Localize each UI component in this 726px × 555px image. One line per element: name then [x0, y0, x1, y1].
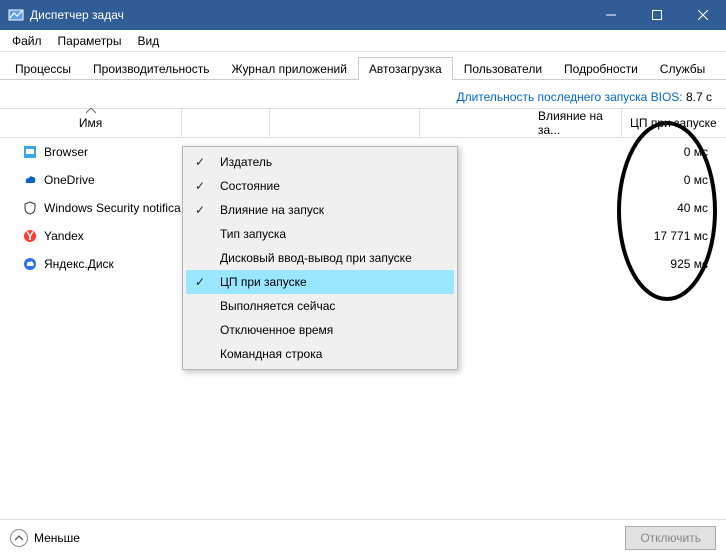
sort-ascending-icon: [86, 103, 96, 117]
row-name: Яндекс.Диск: [44, 257, 114, 271]
ctx-item-running-now[interactable]: Выполняется сейчас: [186, 294, 454, 318]
column-name-label: Имя: [79, 116, 102, 130]
browser-icon: [22, 144, 38, 160]
menu-view[interactable]: Вид: [129, 32, 167, 50]
ctx-item-cpu-at-startup[interactable]: ✓ ЦП при запуске: [186, 270, 454, 294]
window-controls: [588, 0, 726, 30]
table-header: Имя Влияние на за... ЦП при запуске: [0, 108, 726, 138]
ctx-label: Состояние: [220, 179, 280, 193]
onedrive-icon: [22, 172, 38, 188]
check-icon: ✓: [195, 179, 205, 193]
svg-text:Y: Y: [26, 229, 34, 243]
yadisk-icon: [22, 256, 38, 272]
column-publisher[interactable]: [182, 109, 270, 137]
row-cpu: 925 мс: [622, 257, 726, 271]
fewer-label: Меньше: [34, 531, 80, 545]
tab-services[interactable]: Службы: [649, 57, 716, 80]
column-cpu-label: ЦП при запуске: [630, 116, 717, 130]
app-icon: [8, 7, 24, 23]
column-spacer: [420, 109, 530, 137]
column-name[interactable]: Имя: [0, 109, 182, 137]
check-icon: ✓: [195, 275, 205, 289]
bios-label: Длительность последнего запуска BIOS:: [456, 90, 682, 104]
menu-options[interactable]: Параметры: [50, 32, 130, 50]
row-name: Yandex: [44, 229, 84, 243]
chevron-up-icon: [10, 529, 28, 547]
window-title: Диспетчер задач: [30, 8, 588, 22]
row-name: OneDrive: [44, 173, 95, 187]
check-icon: ✓: [195, 155, 205, 169]
row-name: Windows Security notifica: [44, 201, 181, 215]
fewer-details-button[interactable]: Меньше: [10, 529, 80, 547]
menubar: Файл Параметры Вид: [0, 30, 726, 52]
ctx-item-startup-type[interactable]: Тип запуска: [186, 222, 454, 246]
ctx-item-disabled-time[interactable]: Отключенное время: [186, 318, 454, 342]
tab-apphistory[interactable]: Журнал приложений: [221, 57, 358, 80]
tab-performance[interactable]: Производительность: [82, 57, 220, 80]
ctx-label: Издатель: [220, 155, 272, 169]
yandex-icon: Y: [22, 228, 38, 244]
ctx-item-disk-io[interactable]: Дисковый ввод-вывод при запуске: [186, 246, 454, 270]
ctx-label: Дисковый ввод-вывод при запуске: [220, 251, 412, 265]
column-impact[interactable]: Влияние на за...: [530, 109, 622, 137]
titlebar: Диспетчер задач: [0, 0, 726, 30]
row-cpu: 40 мс: [622, 201, 726, 215]
ctx-label: Отключенное время: [220, 323, 333, 337]
tab-users[interactable]: Пользователи: [453, 57, 553, 80]
tabs: Процессы Производительность Журнал прило…: [0, 52, 726, 80]
tab-details[interactable]: Подробности: [553, 57, 649, 80]
tab-startup[interactable]: Автозагрузка: [358, 57, 453, 80]
minimize-button[interactable]: [588, 0, 634, 30]
ctx-label: Тип запуска: [220, 227, 286, 241]
column-context-menu: ✓Издатель ✓Состояние ✓Влияние на запуск …: [182, 146, 458, 370]
check-icon: ✓: [195, 203, 205, 217]
ctx-item-impact[interactable]: ✓ Влияние на запуск: [186, 198, 454, 222]
column-impact-label: Влияние на за...: [538, 109, 613, 137]
bios-duration: Длительность последнего запуска BIOS: 8.…: [0, 80, 726, 108]
footer: Меньше Отключить: [0, 519, 726, 555]
shield-icon: [22, 200, 38, 216]
column-status[interactable]: [270, 109, 420, 137]
column-cpu[interactable]: ЦП при запуске: [622, 109, 726, 137]
row-name: Browser: [44, 145, 88, 159]
ctx-label: ЦП при запуске: [220, 275, 307, 289]
ctx-item-command-line[interactable]: Командная строка: [186, 342, 454, 366]
ctx-item-publisher[interactable]: ✓ Издатель: [186, 150, 454, 174]
row-cpu: 17 771 мс: [622, 229, 726, 243]
ctx-label: Выполняется сейчас: [220, 299, 335, 313]
bios-value: 8.7 с: [686, 90, 712, 104]
close-button[interactable]: [680, 0, 726, 30]
row-cpu: 0 мс: [622, 145, 726, 159]
ctx-item-status[interactable]: ✓ Состояние: [186, 174, 454, 198]
ctx-label: Влияние на запуск: [220, 203, 324, 217]
ctx-label: Командная строка: [220, 347, 322, 361]
maximize-button[interactable]: [634, 0, 680, 30]
disable-button[interactable]: Отключить: [625, 526, 716, 550]
tab-processes[interactable]: Процессы: [4, 57, 82, 80]
menu-file[interactable]: Файл: [4, 32, 50, 50]
row-cpu: 0 мс: [622, 173, 726, 187]
